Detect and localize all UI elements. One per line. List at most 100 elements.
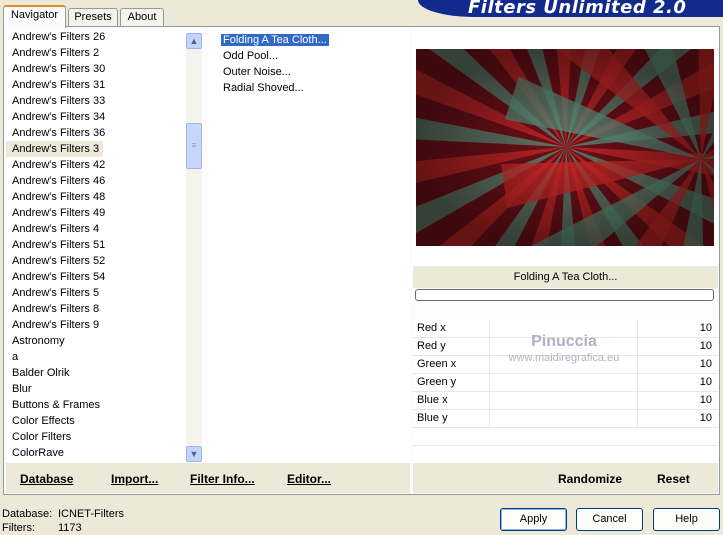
tab-about[interactable]: About <box>120 8 164 27</box>
category-item[interactable]: Color Effects <box>6 413 204 429</box>
filters-count-value: 1173 <box>58 522 82 534</box>
filter-item[interactable]: Radial Shoved... <box>208 80 410 96</box>
param-slider-row[interactable]: Blue y 10 <box>413 410 718 428</box>
help-button[interactable]: Help <box>653 508 720 531</box>
param-slider-row[interactable]: Red x 10 <box>413 320 718 338</box>
category-label: Andrew's Filters 8 <box>12 303 100 315</box>
category-item[interactable]: Andrew's Filters 34 <box>6 109 204 125</box>
category-item[interactable]: a <box>6 349 204 365</box>
database-label: Database: <box>2 508 53 520</box>
param-track[interactable] <box>489 356 638 373</box>
param-empty-row <box>413 446 718 464</box>
category-item[interactable]: Andrew's Filters 46 <box>6 173 204 189</box>
category-label: Balder Olrik <box>12 367 70 379</box>
category-item[interactable]: Andrew's Filters 26 <box>6 29 204 45</box>
filter-label: Radial Shoved... <box>223 82 304 94</box>
reset-button[interactable]: Reset <box>657 472 690 486</box>
param-label: Green y <box>417 376 457 388</box>
filter-info-button[interactable]: Filter Info... <box>190 472 255 486</box>
param-track[interactable] <box>489 392 638 409</box>
editor-button[interactable]: Editor... <box>287 472 331 486</box>
scroll-thumb[interactable]: ≡ <box>186 123 202 169</box>
param-value: 10 <box>699 340 712 352</box>
category-item[interactable]: Andrew's Filters 4 <box>6 221 204 237</box>
category-label: Color Effects <box>12 415 75 427</box>
tab-navigator[interactable]: Navigator <box>3 5 66 28</box>
scroll-down-button[interactable]: ▼ <box>186 446 202 462</box>
param-slider-row[interactable]: Blue x 10 <box>413 392 718 410</box>
category-item[interactable]: Andrew's Filters 31 <box>6 77 204 93</box>
randomize-button[interactable]: Randomize <box>558 472 622 486</box>
category-item[interactable]: Andrew's Filters 2 <box>6 45 204 61</box>
category-item[interactable]: Color Filters <box>6 429 204 445</box>
filter-list[interactable]: Folding A Tea Cloth... Odd Pool... Outer N… <box>208 29 410 463</box>
category-label: Blur <box>12 383 32 395</box>
param-value: 10 <box>699 376 712 388</box>
category-scrollbar[interactable]: ▲ ≡ ▼ <box>186 33 202 462</box>
category-item[interactable]: ColorRave <box>6 445 204 461</box>
category-item[interactable]: Andrew's Filters 30 <box>6 61 204 77</box>
param-value: 10 <box>699 358 712 370</box>
param-value: 10 <box>699 322 712 334</box>
app-title-banner: Filters Unlimited 2.0 <box>418 0 723 17</box>
category-item[interactable]: Andrew's Filters 9 <box>6 317 204 333</box>
category-item[interactable]: Andrew's Filters 49 <box>6 205 204 221</box>
apply-button[interactable]: Apply <box>500 508 567 531</box>
category-label: Andrew's Filters 30 <box>12 63 106 75</box>
category-item[interactable]: Andrew's Filters 42 <box>6 157 204 173</box>
category-label: Andrew's Filters 42 <box>12 159 106 171</box>
filter-label: Folding A Tea Cloth... <box>220 33 330 47</box>
category-item[interactable]: Astronomy <box>6 333 204 349</box>
param-label: Red y <box>417 340 446 352</box>
category-item[interactable]: Andrew's Filters 51 <box>6 237 204 253</box>
category-list[interactable]: Andrew's Filters 26 Andrew's Filters 2 And… <box>6 29 204 463</box>
category-item[interactable]: Andrew's Filters 3 <box>6 141 204 157</box>
category-item[interactable]: Andrew's Filters 36 <box>6 125 204 141</box>
category-label: Andrew's Filters 4 <box>12 223 100 235</box>
param-track[interactable] <box>489 410 638 427</box>
filter-item[interactable]: Outer Noise... <box>208 64 410 80</box>
category-label: Andrew's Filters 49 <box>12 207 106 219</box>
filter-label: Odd Pool... <box>223 50 279 62</box>
param-track[interactable] <box>489 320 638 337</box>
param-track[interactable] <box>489 374 638 391</box>
param-value: 10 <box>699 394 712 406</box>
category-item[interactable]: Andrew's Filters 48 <box>6 189 204 205</box>
category-label: Astronomy <box>12 335 65 347</box>
filter-preview-image <box>416 49 714 246</box>
category-item[interactable]: Buttons & Frames <box>6 397 204 413</box>
category-item[interactable]: Andrew's Filters 33 <box>6 93 204 109</box>
import-button[interactable]: Import... <box>111 472 158 486</box>
category-item[interactable]: Andrew's Filters 8 <box>6 301 204 317</box>
category-label: Color Filters <box>12 431 72 443</box>
category-label: Andrew's Filters 51 <box>12 239 106 251</box>
param-label: Green x <box>417 358 457 370</box>
filter-item[interactable]: Odd Pool... <box>208 48 410 64</box>
category-label: Andrew's Filters 52 <box>12 255 106 267</box>
category-item[interactable]: Andrew's Filters 54 <box>6 269 204 285</box>
scroll-up-button[interactable]: ▲ <box>186 33 202 49</box>
cancel-button[interactable]: Cancel <box>576 508 643 531</box>
category-label: Andrew's Filters 36 <box>12 127 106 139</box>
filters-count-label: Filters: <box>2 522 35 534</box>
category-label: Andrew's Filters 5 <box>12 287 100 299</box>
category-item[interactable]: Andrew's Filters 5 <box>6 285 204 301</box>
category-label: a <box>12 351 19 363</box>
category-item[interactable]: Andrew's Filters 52 <box>6 253 204 269</box>
category-item[interactable]: Blur <box>6 381 204 397</box>
param-slider-row[interactable]: Green y 10 <box>413 374 718 392</box>
parameter-list: Red x 10 Red y 10 Green x 10 Green y 10 Blue x 10… <box>413 320 718 464</box>
param-track[interactable] <box>489 338 638 355</box>
param-slider-row[interactable]: Red y 10 <box>413 338 718 356</box>
filter-item[interactable]: Folding A Tea Cloth... <box>208 32 410 48</box>
param-slider-row[interactable]: Green x 10 <box>413 356 718 374</box>
category-label: Andrew's Filters 34 <box>12 111 106 123</box>
category-label: Andrew's Filters 31 <box>12 79 106 91</box>
tab-presets[interactable]: Presets <box>68 8 118 27</box>
progress-bar <box>415 289 714 301</box>
category-label: Andrew's Filters 3 <box>6 141 104 157</box>
category-item[interactable]: Balder Olrik <box>6 365 204 381</box>
database-button[interactable]: Database <box>20 472 73 486</box>
current-filter-name: Folding A Tea Cloth... <box>413 266 718 288</box>
preview-graphic <box>416 49 714 246</box>
